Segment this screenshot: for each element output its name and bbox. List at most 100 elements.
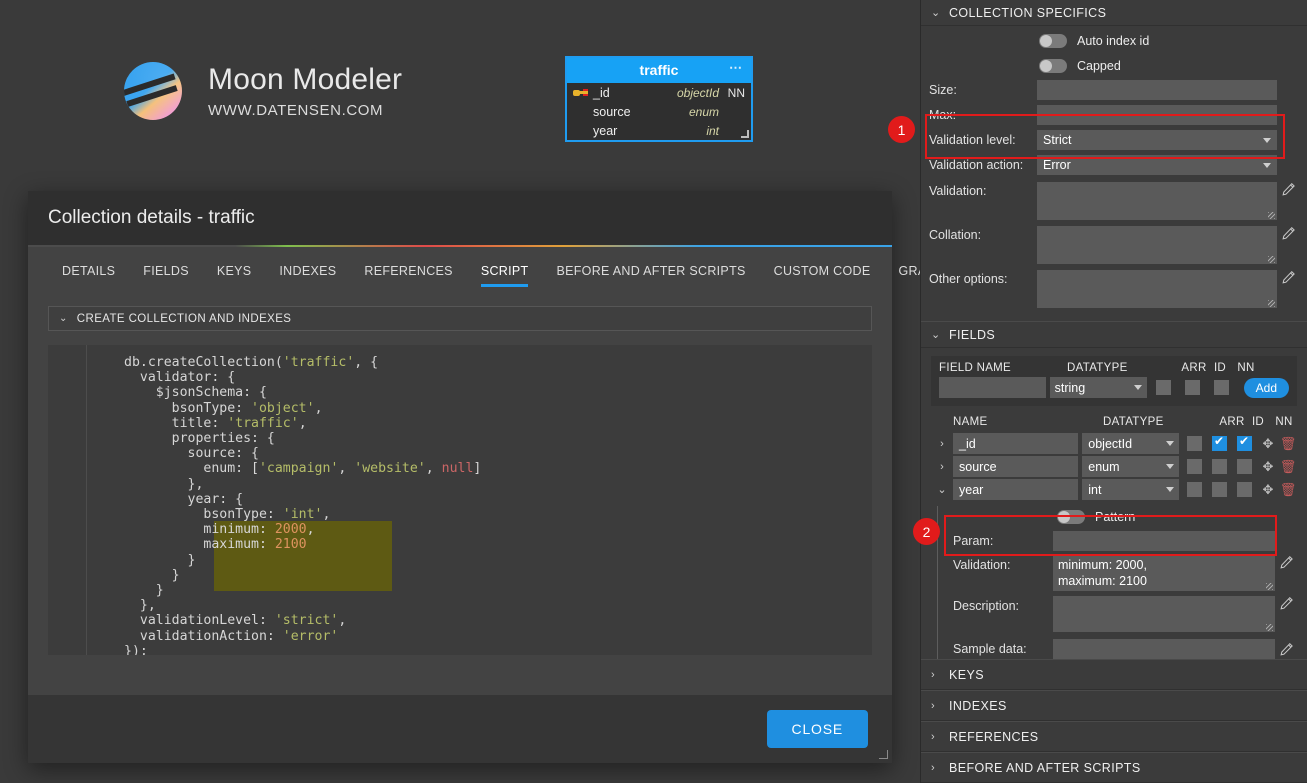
canvas-workspace: Moon Modeler WWW.DATENSEN.COM traffic ⋯ … xyxy=(0,0,966,783)
entity-field-type: enum xyxy=(688,104,719,119)
field-datatype-select[interactable]: enum xyxy=(1082,456,1179,477)
field-validation-textarea[interactable]: minimum: 2000, maximum: 2100 xyxy=(1053,555,1275,591)
capped-toggle[interactable] xyxy=(1039,58,1067,73)
field-arr-checkbox[interactable] xyxy=(1187,459,1202,474)
field-validation-row: Validation: minimum: 2000, maximum: 2100 xyxy=(945,555,1297,591)
validation-level-select[interactable]: Strict xyxy=(1037,130,1277,150)
field-id-checkbox[interactable] xyxy=(1212,482,1227,497)
close-button[interactable]: CLOSE xyxy=(766,710,868,748)
field-name-value[interactable]: _id xyxy=(953,433,1079,454)
section-fields[interactable]: ⌄ FIELDS xyxy=(921,321,1307,348)
entity-resize-handle[interactable] xyxy=(741,130,749,138)
field-id-checkbox[interactable] xyxy=(1212,434,1227,451)
collation-textarea[interactable] xyxy=(1037,226,1277,264)
entity-traffic[interactable]: traffic ⋯ _id objectId NN source enum ye… xyxy=(565,56,753,142)
script-code-editor[interactable]: db.createCollection('traffic', { validat… xyxy=(48,345,872,655)
section-references[interactable]: › REFERENCES xyxy=(921,721,1307,752)
field-validation-label: Validation: xyxy=(953,558,1011,572)
new-field-nn-checkbox[interactable] xyxy=(1213,380,1229,395)
description-textarea[interactable] xyxy=(1053,596,1275,632)
validation-textarea[interactable] xyxy=(1037,182,1277,220)
tab-custom-code[interactable]: CUSTOM CODE xyxy=(760,264,885,289)
expander-icon[interactable]: ⌄ xyxy=(931,483,953,496)
tab-references[interactable]: REFERENCES xyxy=(350,264,466,289)
tab-fields[interactable]: FIELDS xyxy=(129,264,203,289)
new-field-name-input[interactable] xyxy=(939,377,1046,398)
sample-data-edit-icon[interactable] xyxy=(1275,642,1297,657)
fields-list: NAME DATATYPE ARR ID NN › _id objectId ✥ xyxy=(931,416,1297,500)
tab-details[interactable]: DETAILS xyxy=(48,264,129,289)
auto-index-id-toggle[interactable] xyxy=(1039,33,1067,48)
field-arr-checkbox[interactable] xyxy=(1187,482,1202,497)
field-datatype-select[interactable]: int xyxy=(1082,479,1179,500)
size-label: Size: xyxy=(929,83,957,97)
field-nn-checkbox[interactable] xyxy=(1237,482,1252,497)
entity-header[interactable]: traffic ⋯ xyxy=(567,58,751,83)
delete-icon[interactable]: 🗑 xyxy=(1279,436,1297,452)
script-code-text: db.createCollection('traffic', { validat… xyxy=(124,355,482,655)
validation-action-select[interactable]: Error xyxy=(1037,155,1277,175)
tab-indexes[interactable]: INDEXES xyxy=(265,264,350,289)
expander-icon[interactable]: › xyxy=(931,461,953,473)
entity-menu-icon[interactable]: ⋯ xyxy=(729,60,743,76)
chevron-down-icon xyxy=(1263,138,1271,143)
pattern-toggle[interactable] xyxy=(1057,509,1085,524)
field-arr-checkbox[interactable] xyxy=(1187,436,1202,451)
add-field-button[interactable]: Add xyxy=(1243,377,1289,398)
accordion-create-collection-and-indexes[interactable]: ⌄ CREATE COLLECTION AND INDEXES xyxy=(48,306,872,331)
chevron-down-icon xyxy=(1166,464,1174,469)
section-collection-specifics[interactable]: ⌄ COLLECTION SPECIFICS xyxy=(921,0,1307,26)
new-field-arr-checkbox[interactable] xyxy=(1155,380,1171,395)
field-id-checkbox[interactable] xyxy=(1212,459,1227,474)
tab-script[interactable]: SCRIPT xyxy=(467,264,543,289)
section-label: COLLECTION SPECIFICS xyxy=(949,5,1107,20)
validation-label: Validation: xyxy=(929,184,987,198)
section-keys[interactable]: › KEYS xyxy=(921,659,1307,690)
section-before-and-after-scripts[interactable]: › BEFORE AND AFTER SCRIPTS xyxy=(921,752,1307,783)
section-indexes[interactable]: › INDEXES xyxy=(921,690,1307,721)
new-field-datatype-select[interactable]: string xyxy=(1049,377,1147,398)
sample-data-input[interactable] xyxy=(1053,639,1275,659)
dialog-tabs: DETAILS FIELDS KEYS INDEXES REFERENCES S… xyxy=(28,247,966,289)
dialog-title: Collection details - traffic xyxy=(48,207,255,228)
section-label: FIELDS xyxy=(949,327,996,342)
dialog-resize-handle[interactable] xyxy=(879,750,888,759)
field-name-value[interactable]: year xyxy=(953,479,1079,500)
delete-icon[interactable]: 🗑 xyxy=(1279,482,1297,498)
auto-index-id-row: Auto index id xyxy=(921,30,1307,51)
tab-before-and-after-scripts[interactable]: BEFORE AND AFTER SCRIPTS xyxy=(542,264,759,289)
delete-icon[interactable]: 🗑 xyxy=(1279,459,1297,475)
max-row: Max: xyxy=(921,104,1307,126)
new-field-id-checkbox[interactable] xyxy=(1184,380,1200,395)
size-input[interactable] xyxy=(1037,80,1277,100)
expander-icon[interactable]: › xyxy=(931,438,953,450)
moon-modeler-logo-icon xyxy=(124,62,182,120)
chevron-down-icon: ⌄ xyxy=(931,329,941,341)
drag-move-icon[interactable]: ✥ xyxy=(1259,482,1277,498)
entity-field-row[interactable]: year int xyxy=(567,121,751,140)
param-input[interactable] xyxy=(1053,531,1275,551)
field-nn-checkbox[interactable] xyxy=(1237,434,1252,451)
entity-field-nn: NN xyxy=(727,85,745,100)
drag-move-icon[interactable]: ✥ xyxy=(1259,436,1277,452)
other-options-edit-icon[interactable] xyxy=(1277,270,1299,285)
validation-level-label: Validation level: xyxy=(929,133,1016,147)
entity-field-type: int xyxy=(706,123,719,138)
tab-keys[interactable]: KEYS xyxy=(203,264,266,289)
description-edit-icon[interactable] xyxy=(1275,596,1297,611)
drag-move-icon[interactable]: ✥ xyxy=(1259,459,1277,475)
collation-edit-icon[interactable] xyxy=(1277,226,1299,241)
field-nn-checkbox[interactable] xyxy=(1237,459,1252,474)
entity-field-row[interactable]: _id objectId NN xyxy=(567,83,751,102)
entity-field-row[interactable]: source enum xyxy=(567,102,751,121)
field-datatype-select[interactable]: objectId xyxy=(1082,433,1179,454)
name-header: NAME xyxy=(953,416,988,428)
other-options-textarea[interactable] xyxy=(1037,270,1277,308)
entity-field-name: year xyxy=(593,123,618,138)
app-subtitle: WWW.DATENSEN.COM xyxy=(208,102,384,119)
validation-edit-icon[interactable] xyxy=(1277,182,1299,197)
field-validation-edit-icon[interactable] xyxy=(1275,555,1297,570)
max-input[interactable] xyxy=(1037,105,1277,125)
editor-scrollbar[interactable] xyxy=(862,345,872,655)
field-name-value[interactable]: source xyxy=(953,456,1079,477)
